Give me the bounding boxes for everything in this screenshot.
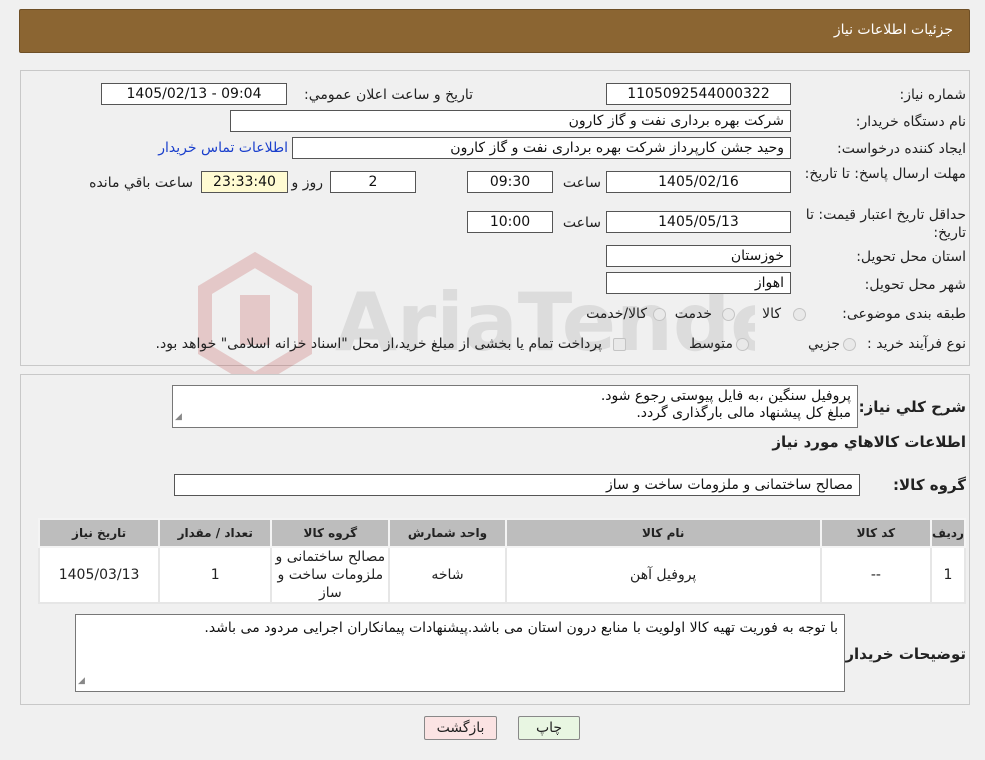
province-label: استان محل تحویل: — [856, 249, 966, 265]
table-header-row: رديف کد کالا نام کالا واحد شمارش گروه کا… — [37, 518, 967, 548]
cell-code: -- — [819, 546, 932, 604]
reply-days-label: روز و — [291, 175, 324, 191]
price-validity-time: 10:00 — [467, 211, 553, 233]
need-number-label: شماره نیاز: — [899, 87, 967, 103]
cell-group: مصالح ساختمانی و ملزومات ساخت و ساز — [270, 546, 391, 604]
goods-section-title: اطلاعات کالاهاي مورد نياز — [772, 433, 966, 451]
cell-qty: 1 — [158, 546, 273, 604]
category-goods-service-label: کالا/خدمت — [586, 306, 647, 322]
remaining-time-field: 23:33:40 — [201, 171, 288, 193]
col-qty: تعداد / مقدار — [158, 518, 273, 548]
print-button[interactable]: چاپ — [518, 716, 580, 740]
goods-group-label: گروه کالا: — [893, 476, 966, 494]
col-date: تاریخ نیاز — [37, 518, 161, 548]
announce-datetime-field: 1405/02/13 - 09:04 — [101, 83, 287, 105]
reply-deadline-date: 1405/02/16 — [606, 171, 791, 193]
goods-group-field: مصالح ساختمانی و ملزومات ساخت و ساز — [174, 474, 860, 496]
resize-grip-icon: ◢ — [175, 412, 182, 422]
price-validity-date: 1405/05/13 — [606, 211, 791, 233]
description-textarea[interactable]: پروفیل سنگین ،به فایل پیوستی رجوع شود. م… — [172, 385, 858, 428]
cell-row: 1 — [929, 546, 967, 604]
col-unit: واحد شمارش — [388, 518, 507, 548]
process-partial-label: جزيي — [808, 336, 840, 352]
need-number-field: 1105092544000322 — [606, 83, 791, 105]
process-medium-radio[interactable] — [736, 338, 749, 351]
buyer-notes-text: با توجه به فوریت تهیه کالا اولویت با منا… — [204, 620, 838, 636]
requester-field: وحید جشن کارپرداز شرکت بهره برداری نفت و… — [292, 137, 791, 159]
back-button[interactable]: بازگشت — [424, 716, 497, 740]
category-goods-service-radio[interactable] — [653, 308, 666, 321]
announce-datetime-label: تاریخ و ساعت اعلان عمومي: — [304, 87, 473, 103]
process-label: نوع فرآیند خرید : — [867, 336, 966, 352]
description-label: شرح کلي نياز: — [858, 398, 966, 416]
process-partial-radio[interactable] — [843, 338, 856, 351]
col-code: کد کالا — [819, 518, 932, 548]
col-name: نام کالا — [504, 518, 822, 548]
description-line-2: مبلغ کل پیشنهاد مالی بارگذاری گردد. — [636, 405, 851, 421]
reply-days-field: 2 — [330, 171, 416, 193]
watermark-logo: AriaTender.neT — [198, 251, 755, 389]
reply-deadline-label: مهلت ارسال پاسخ: تا تاریخ: — [804, 166, 966, 182]
reply-time-label: ساعت — [562, 175, 601, 191]
buyer-notes-textarea[interactable]: با توجه به فوریت تهیه کالا اولویت با منا… — [75, 614, 845, 692]
city-label: شهر محل تحویل: — [864, 277, 966, 293]
cell-date: 1405/03/13 — [37, 546, 161, 604]
category-goods-radio[interactable] — [793, 308, 806, 321]
province-field: خوزستان — [606, 245, 791, 267]
buyer-org-label: نام دستگاه خریدار: — [855, 114, 966, 130]
remaining-time-label: ساعت باقي مانده — [89, 175, 193, 191]
price-validity-label: حداقل تاریخ اعتبار قیمت: تا تاریخ: — [805, 207, 966, 241]
category-service-label: خدمت — [674, 306, 712, 322]
category-goods-label: کالا — [762, 306, 781, 322]
buyer-notes-label: توضیحات خریدار: — [839, 645, 966, 663]
process-medium-label: متوسط — [689, 336, 733, 352]
process-treasury-note: پرداخت تمام یا بخشی از مبلغ خرید،از محل … — [155, 336, 602, 352]
description-line-1: پروفیل سنگین ،به فایل پیوستی رجوع شود. — [600, 388, 851, 404]
col-row: رديف — [929, 518, 967, 548]
requester-label: ایجاد کننده درخواست: — [837, 141, 966, 157]
category-service-radio[interactable] — [722, 308, 735, 321]
cell-unit: شاخه — [388, 546, 507, 604]
city-field: اهواز — [606, 272, 791, 294]
cell-name: پروفیل آهن — [504, 546, 822, 604]
price-time-label: ساعت — [562, 215, 601, 231]
goods-table: رديف کد کالا نام کالا واحد شمارش گروه کا… — [37, 518, 967, 604]
resize-grip-icon: ◢ — [78, 676, 85, 686]
process-treasury-checkbox[interactable] — [613, 338, 626, 351]
page-title: جزئیات اطلاعات نیاز — [833, 22, 953, 38]
reply-deadline-time: 09:30 — [467, 171, 553, 193]
table-row[interactable]: 1 -- پروفیل آهن شاخه مصالح ساختمانی و مل… — [37, 546, 967, 604]
buyer-contact-link[interactable]: اطلاعات تماس خریدار — [158, 140, 288, 156]
buyer-org-field: شرکت بهره برداری نفت و گاز کارون — [230, 110, 791, 132]
col-group: گروه کالا — [270, 518, 391, 548]
category-label: طبقه بندی موضوعی: — [842, 306, 966, 322]
page-header: جزئیات اطلاعات نیاز — [19, 9, 970, 53]
